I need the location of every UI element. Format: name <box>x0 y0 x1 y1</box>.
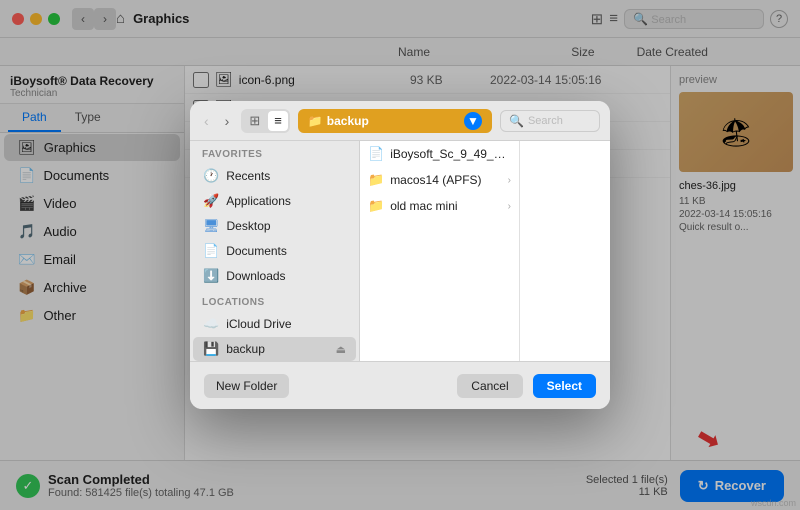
location-name: backup <box>327 114 369 128</box>
dialog-column-2 <box>520 141 610 361</box>
dialog-search-icon: 🔍 <box>509 114 524 128</box>
dialog-file-name: iBoysoft_Sc_9_49_34.ibsr <box>390 147 511 161</box>
dialog-loc-item[interactable]: 💾 backup ⏏ <box>193 337 356 361</box>
dialog-search-placeholder: Search <box>528 115 563 127</box>
loc-icon: 💾 <box>203 341 219 357</box>
dialog-file-item[interactable]: 📁 macos14 (APFS) › <box>360 167 519 193</box>
new-folder-button[interactable]: New Folder <box>204 374 289 398</box>
dialog-forward-button[interactable]: › <box>221 111 234 131</box>
dialog-back-button[interactable]: ‹ <box>200 111 213 131</box>
locations-label: Locations <box>190 289 359 311</box>
fav-icon: 🖥 <box>203 218 220 234</box>
dialog-search-bar[interactable]: 🔍 Search <box>500 110 600 132</box>
dialog-fav-item[interactable]: 📄 Documents <box>193 239 356 263</box>
chevron-right-icon: › <box>508 201 511 212</box>
dialog-body: Favorites 🕐 Recents 🚀 Applications 🖥 Desktop 📄 D… <box>190 141 610 361</box>
chevron-right-icon: › <box>508 175 511 186</box>
location-folder-icon: 📁 <box>308 114 323 128</box>
dialog-fav-item[interactable]: 🚀 Applications <box>193 189 356 213</box>
dialog-fav-item[interactable]: ⬇️ Downloads <box>193 264 356 288</box>
dialog-overlay: ‹ › ⊞ ≡ 📁 backup ▼ 🔍 Search <box>0 0 800 510</box>
app-window: ‹ › ⌂ Graphics ⊞ ≡ 🔍 Search ? Name Size … <box>0 0 800 510</box>
file-type-icon: 📄 <box>368 146 384 162</box>
dialog-file-item[interactable]: 📁 old mac mini › <box>360 193 519 219</box>
loc-label: backup <box>226 342 328 356</box>
dialog-footer: New Folder Cancel Select <box>190 361 610 409</box>
file-type-icon: 📁 <box>368 198 384 214</box>
fav-icon: 🚀 <box>203 193 219 209</box>
fav-label: Applications <box>226 194 346 208</box>
fav-icon: ⬇️ <box>203 268 219 284</box>
fav-label: Desktop <box>227 219 346 233</box>
dialog-location-bar[interactable]: 📁 backup ▼ <box>298 109 492 133</box>
dialog-sidebar: Favorites 🕐 Recents 🚀 Applications 🖥 Desktop 📄 D… <box>190 141 360 361</box>
dialog-icon-view-button[interactable]: ⊞ <box>243 111 266 131</box>
location-arrow-button[interactable]: ▼ <box>464 112 482 130</box>
fav-label: Recents <box>226 169 346 183</box>
fav-icon: 📄 <box>203 243 219 259</box>
favorites-label: Favorites <box>190 141 359 163</box>
file-dialog: ‹ › ⊞ ≡ 📁 backup ▼ 🔍 Search <box>190 101 610 409</box>
fav-label: Downloads <box>226 269 346 283</box>
dialog-view-buttons: ⊞ ≡ <box>241 109 290 133</box>
dialog-list-view-button[interactable]: ≡ <box>268 111 288 131</box>
dialog-toolbar: ‹ › ⊞ ≡ 📁 backup ▼ 🔍 Search <box>190 101 610 141</box>
dialog-file-name: old mac mini <box>390 199 501 213</box>
loc-label: iCloud Drive <box>226 317 346 331</box>
fav-icon: 🕐 <box>203 168 219 184</box>
dialog-fav-item[interactable]: 🕐 Recents <box>193 164 356 188</box>
loc-icon: ☁️ <box>203 316 219 332</box>
cancel-button[interactable]: Cancel <box>457 374 522 398</box>
dialog-sidebar-items: Favorites 🕐 Recents 🚀 Applications 🖥 Desktop 📄 D… <box>190 141 359 361</box>
dialog-file-name: macos14 (APFS) <box>390 173 501 187</box>
fav-label: Documents <box>226 244 346 258</box>
eject-icon[interactable]: ⏏ <box>336 343 346 356</box>
select-button[interactable]: Select <box>533 374 596 398</box>
dialog-loc-item[interactable]: ☁️ iCloud Drive <box>193 312 356 336</box>
dialog-files: 📄 iBoysoft_Sc_9_49_34.ibsr 📁 macos14 (APFS)… <box>360 141 610 361</box>
file-type-icon: 📁 <box>368 172 384 188</box>
dialog-file-item[interactable]: 📄 iBoysoft_Sc_9_49_34.ibsr <box>360 141 519 167</box>
dialog-fav-item[interactable]: 🖥 Desktop <box>193 214 356 238</box>
dialog-column-1: 📄 iBoysoft_Sc_9_49_34.ibsr 📁 macos14 (APFS)… <box>360 141 520 361</box>
